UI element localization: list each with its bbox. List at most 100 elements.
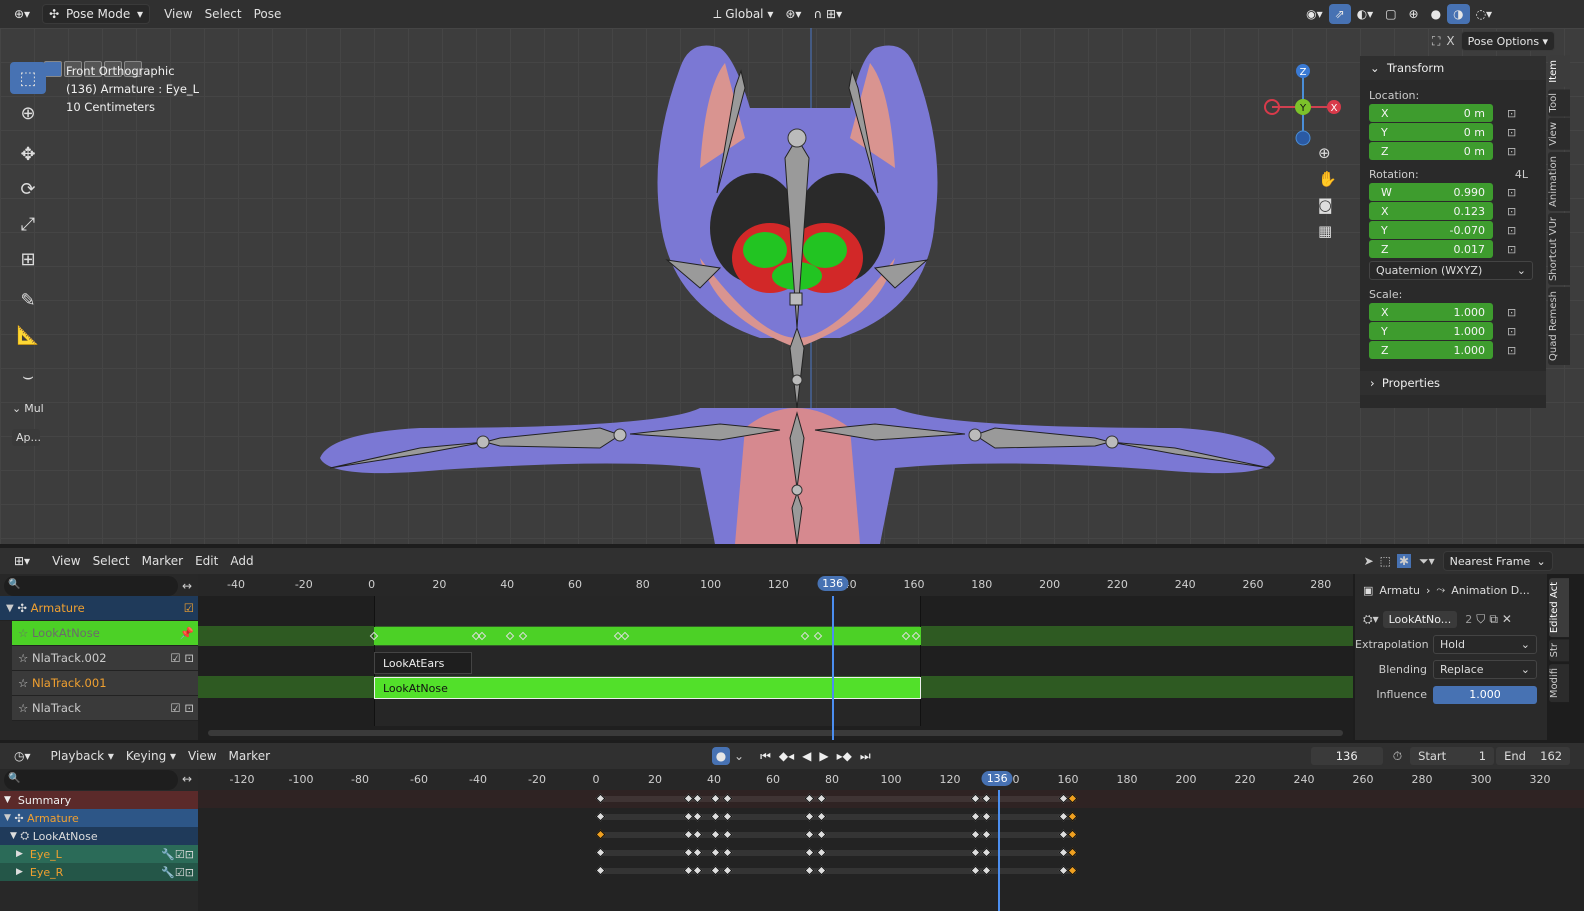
pivot-button[interactable]: ⊛▾ [779, 4, 807, 24]
breadcrumb-animdata[interactable]: Animation D... [1451, 584, 1530, 597]
shading-wire-button[interactable]: ⊕ [1403, 4, 1425, 24]
nla-menu-marker[interactable]: Marker [136, 554, 189, 568]
transform-panel-header[interactable]: ⌄ Transform [1360, 56, 1546, 80]
pointer-icon[interactable]: ➤ [1364, 554, 1374, 568]
lock-icon[interactable]: ⊡ [1507, 344, 1516, 357]
track-nlatrack-001[interactable]: ☆ NlaTrack.001 [12, 671, 198, 696]
channel-look-at-nose[interactable]: ▼ ⛭ LookAtNose [0, 827, 198, 845]
visibility-button[interactable]: ◉▾ [1300, 4, 1329, 24]
lock-icon[interactable]: ⊡ [1507, 126, 1516, 139]
menu-timeline-view[interactable]: View [182, 749, 222, 763]
tab-view[interactable]: View [1548, 118, 1570, 150]
modifier-checkbox-lock-icons[interactable]: 🔧☑⊡ [161, 866, 194, 879]
track-nlatrack[interactable]: ☆ NlaTrack ☑ ⊡ [12, 696, 198, 721]
lock-icon[interactable]: ⊡ [1507, 224, 1516, 237]
track-look-at-nose[interactable]: ☆ LookAtNose 📌 [12, 621, 198, 646]
fake-user-icon[interactable]: ⛉ [1476, 612, 1485, 627]
tab-item[interactable]: Item [1548, 56, 1570, 87]
lock-icon[interactable]: ⊡ [1507, 186, 1516, 199]
tab-quad-remesh[interactable]: Quad Remesh [1548, 286, 1570, 365]
location-y-field[interactable]: Y 0 m [1369, 123, 1493, 141]
rotation-mode-dropdown[interactable]: Quaternion (WXYZ) ⌄ [1369, 261, 1533, 280]
rotation-z-field[interactable]: Z 0.017 [1369, 240, 1493, 258]
nla-menu-edit[interactable]: Edit [189, 554, 224, 568]
rotation-w-field[interactable]: W 0.990 [1369, 183, 1493, 201]
navigation-gizmo[interactable]: Z X Y [1258, 62, 1348, 152]
sync-length-icon[interactable]: ↔ [182, 579, 192, 593]
filter-icon[interactable]: ✱ [1396, 554, 1412, 568]
blending-dropdown[interactable]: Replace ⌄ [1433, 660, 1537, 679]
nla-strip-area[interactable]: LookAtEars LookAtNose [198, 596, 1353, 740]
lock-icon[interactable]: ⊡ [1507, 107, 1516, 120]
nla-scrollbar[interactable] [208, 730, 1343, 736]
current-frame-badge[interactable]: 136 [817, 576, 849, 591]
zoom-icon[interactable]: ⊕ [1318, 144, 1337, 162]
unlink-icon[interactable]: ✕ [1502, 612, 1512, 626]
transform-affect-icon[interactable]: ⛶ [1432, 34, 1440, 49]
strip-look-at-nose[interactable]: LookAtNose [374, 677, 921, 699]
3d-viewport[interactable]: ⬚ ⊕ ✥ ⟳ ⤢ ⊞ ✎ 📐 ⌣ ⌄ Mul Ap... Front Ortho… [0, 28, 1584, 544]
next-keyframe-icon[interactable]: ▸◆ [837, 749, 852, 764]
lock-icon[interactable]: ⊡ [1507, 306, 1516, 319]
orientation-dropdown[interactable]: ⟂ Global ▾ [707, 4, 779, 24]
play-reverse-icon[interactable]: ◀ [802, 749, 811, 764]
influence-field[interactable]: 1.000 [1433, 685, 1537, 704]
jump-start-icon[interactable]: ⏮ [760, 749, 771, 764]
lock-icon[interactable]: ⊡ [1507, 325, 1516, 338]
tab-tool[interactable]: Tool [1548, 88, 1570, 117]
timeline-editor-type-button[interactable]: ◷▾ [8, 746, 37, 766]
scale-x-field[interactable]: X 1.000 [1369, 303, 1493, 321]
xray-button[interactable]: ▢ [1379, 4, 1402, 24]
grid-icon[interactable]: ▦ [1318, 222, 1337, 240]
checkbox-lock-icon[interactable]: ☑ ⊡ [170, 701, 194, 715]
prev-keyframe-icon[interactable]: ◆◂ [779, 749, 794, 764]
nla-editor-type-button[interactable]: ⊞▾ [8, 551, 36, 571]
location-z-field[interactable]: Z 0 m [1369, 142, 1493, 160]
action-users-count[interactable]: 2 [1465, 613, 1472, 626]
track-armature[interactable]: ▼ ✣ Armature ☑ [0, 596, 198, 621]
nla-menu-add[interactable]: Add [224, 554, 259, 568]
lock-icon[interactable]: ⊡ [1507, 145, 1516, 158]
current-frame-field[interactable]: 136 [1310, 747, 1383, 765]
properties-panel-header[interactable]: › Properties [1360, 371, 1546, 395]
mode-dropdown[interactable]: ✣ Pose Mode ▾ [42, 4, 151, 24]
rotation-y-field[interactable]: Y -0.070 [1369, 221, 1493, 239]
channel-summary[interactable]: ▼ Summary [0, 791, 198, 809]
box-select-icon[interactable]: ⬚ [1380, 554, 1391, 568]
gizmo-button[interactable]: ⇗ [1328, 4, 1351, 24]
snap-dropdown[interactable]: Nearest Frame ⌄ [1442, 551, 1553, 571]
checkbox-lock-icon[interactable]: ☑ ⊡ [170, 651, 194, 665]
overlay-button[interactable]: ◐▾ [1351, 4, 1380, 24]
nla-search-input[interactable]: 🔍 [4, 576, 178, 596]
jump-end-icon[interactable]: ⏭ [860, 749, 871, 764]
strip-look-at-ears[interactable]: LookAtEars [374, 652, 472, 674]
editor-type-button[interactable]: ⊕▾ [8, 4, 36, 24]
nla-tab-str[interactable]: Str [1549, 639, 1569, 662]
timeline-search-input[interactable]: 🔍 [4, 770, 178, 790]
snap-button[interactable]: ∩ ⊞▾ [807, 4, 848, 24]
action-strip-keys[interactable] [374, 627, 921, 645]
action-browse-icon[interactable]: ⛭▾ [1363, 612, 1379, 627]
track-nlatrack-002[interactable]: ☆ NlaTrack.002 ☑ ⊡ [12, 646, 198, 671]
duplicate-icon[interactable]: ⧉ [1489, 612, 1498, 627]
breadcrumb-object[interactable]: Armatu [1379, 584, 1420, 597]
lock-icon[interactable]: ⊡ [1507, 205, 1516, 218]
nla-timeline-ruler[interactable]: -40-200204060801001201401601802002202402… [198, 574, 1353, 596]
action-name-field[interactable]: LookAtNo... [1382, 610, 1458, 628]
stopwatch-icon[interactable]: ⏱ [1393, 749, 1402, 764]
pose-options-dropdown[interactable]: Pose Options ▾ [1460, 31, 1556, 51]
shading-solid-button[interactable]: ● [1425, 4, 1447, 24]
shading-render-button[interactable]: ◌▾ [1470, 4, 1499, 24]
end-frame-field[interactable]: End 162 [1496, 747, 1571, 765]
nla-tab-modifi[interactable]: Modifi [1549, 663, 1569, 702]
channel-armature[interactable]: ▼ ✣ Armature [0, 809, 198, 827]
funnel-icon[interactable]: ⏷▾ [1419, 554, 1435, 569]
chevron-down-icon[interactable]: ⌄ [734, 749, 744, 763]
tab-shortcut-vur[interactable]: Shortcut VUr [1548, 212, 1570, 285]
menu-select[interactable]: Select [199, 7, 248, 21]
play-icon[interactable]: ▶ [819, 749, 828, 764]
timeline-keyframe-area[interactable] [198, 790, 1584, 911]
auto-keying-button[interactable]: ● [712, 747, 731, 765]
nla-menu-select[interactable]: Select [87, 554, 136, 568]
lock-icon[interactable]: ⊡ [1507, 243, 1516, 256]
